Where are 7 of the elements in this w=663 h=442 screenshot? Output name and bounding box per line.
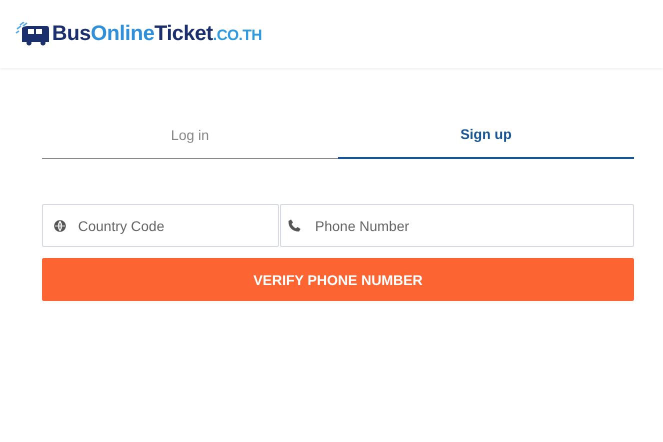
tab[interactable]: Log in <box>42 115 338 159</box>
tab[interactable]: Sign up <box>338 115 634 159</box>
verify-phone-button[interactable]: VERIFY PHONE NUMBER <box>42 258 634 301</box>
bus-logo-icon <box>14 22 50 46</box>
phone-number-field[interactable]: Phone Number <box>280 204 634 247</box>
brand-name: BusOnlineTicket.CO.TH <box>52 22 262 46</box>
country-code-field[interactable]: Country Code <box>42 204 279 247</box>
